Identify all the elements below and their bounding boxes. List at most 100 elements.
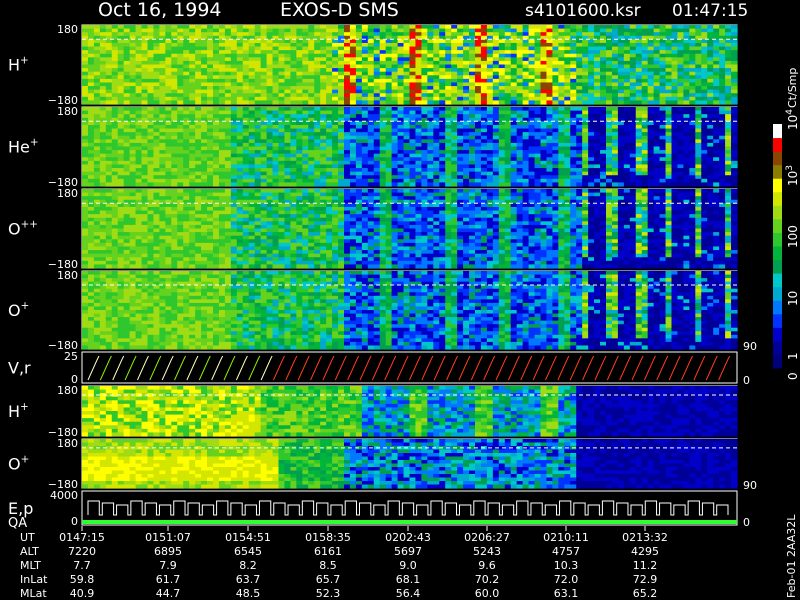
heatmap-cell: [332, 46, 339, 51]
heatmap-cell: [159, 32, 166, 37]
heatmap-cell: [260, 89, 268, 94]
heatmap-cell: [82, 135, 89, 140]
heatmap-cell: [230, 157, 238, 162]
heatmap-cell: [242, 164, 250, 169]
heatmap-cell: [105, 135, 113, 140]
heatmap-cell: [308, 64, 315, 69]
heatmap-cell: [338, 82, 345, 87]
heatmap-cell: [510, 75, 518, 80]
heatmap-cell: [570, 68, 577, 73]
heatmap-cell: [87, 96, 95, 102]
heatmap-cell: [397, 53, 405, 58]
heatmap-cell: [391, 96, 399, 102]
heatmap-cell: [439, 182, 446, 187]
heatmap-cell: [689, 164, 696, 169]
heatmap-cell: [403, 124, 411, 130]
heatmap-cell: [445, 146, 452, 151]
heatmap-cell: [129, 121, 137, 126]
heatmap-cell: [451, 50, 458, 55]
heatmap-cell: [296, 25, 303, 30]
heatmap-cell: [665, 135, 673, 140]
heatmap-cell: [141, 110, 149, 115]
heatmap-cell: [463, 128, 470, 133]
heatmap-cell: [498, 132, 506, 137]
heatmap-cell: [564, 64, 571, 69]
heatmap-cell: [641, 124, 649, 130]
heatmap-cell: [290, 39, 297, 44]
heatmap-cell: [469, 86, 476, 91]
heatmap-cell: [510, 93, 518, 98]
heatmap-cell: [540, 114, 548, 119]
heatmap-cell: [600, 178, 607, 184]
heatmap-cell: [701, 86, 708, 91]
heatmap-cell: [653, 153, 661, 158]
heatmap-cell: [218, 86, 226, 91]
heatmap-cell: [510, 132, 518, 137]
heatmap-cell: [510, 64, 518, 69]
heatmap-cell: [379, 135, 387, 140]
heatmap-cell: [427, 160, 434, 166]
heatmap-cell: [629, 175, 637, 180]
heatmap-cell: [165, 114, 172, 119]
heatmap-cell: [516, 75, 524, 80]
heatmap-cell: [623, 75, 631, 80]
heatmap-cell: [302, 93, 309, 98]
heatmap-cell: [659, 110, 667, 115]
heatmap-cell: [82, 100, 89, 105]
heatmap-cell: [504, 157, 512, 162]
heatmap-cell: [701, 142, 708, 148]
heatmap-cell: [87, 242, 95, 248]
heatmap-cell: [504, 146, 512, 151]
heatmap-cell: [159, 25, 166, 30]
heatmap-cell: [409, 68, 417, 73]
heatmap-cell: [129, 164, 137, 169]
heatmap-cell: [290, 132, 297, 137]
heatmap-cell: [397, 96, 405, 102]
heatmap-cell: [433, 164, 440, 169]
heatmap-cell: [284, 93, 291, 98]
heatmap-cell: [284, 139, 291, 144]
heatmap-cell: [230, 25, 238, 30]
heatmap-cell: [516, 32, 524, 37]
heatmap-cell: [534, 60, 542, 66]
heatmap-cell: [296, 96, 303, 102]
heatmap-cell: [397, 114, 405, 119]
heatmap-cell: [367, 107, 375, 112]
heatmap-cell: [713, 50, 720, 55]
heatmap-cell: [606, 157, 613, 162]
heatmap-cells: [82, 25, 738, 105]
heatmap-cell: [147, 68, 155, 73]
heatmap-cell: [552, 168, 559, 173]
heatmap-cell: [683, 146, 690, 151]
heatmap-cell: [629, 28, 637, 33]
heatmap-cell: [93, 53, 101, 58]
heatmap-cell: [433, 75, 440, 80]
heatmap-cell: [641, 78, 649, 84]
heatmap-cell: [355, 75, 363, 80]
heatmap-cell: [558, 25, 565, 30]
heatmap-cell: [641, 100, 649, 105]
heatmap-cell: [588, 182, 595, 187]
heatmap-cell: [641, 150, 649, 155]
heatmap-cell: [344, 132, 351, 137]
heatmap-cell: [534, 93, 542, 98]
heatmap-cell: [290, 28, 297, 33]
heatmap-cell: [171, 160, 178, 166]
heatmap-cell: [189, 114, 196, 119]
heatmap-cell: [284, 96, 291, 102]
heatmap-cell: [242, 175, 250, 180]
heatmap-cell: [433, 146, 440, 151]
heatmap-cell: [415, 128, 422, 133]
heatmap-cell: [189, 110, 196, 115]
heatmap-cell: [254, 42, 262, 48]
heatmap-cell: [457, 86, 464, 91]
heatmap-cell: [671, 28, 679, 33]
heatmap-cell: [617, 157, 625, 162]
heatmap-cell: [213, 100, 220, 105]
heatmap-cell: [82, 157, 89, 162]
heatmap-cell: [659, 128, 667, 133]
heatmap-cell: [344, 25, 351, 30]
heatmap-cell: [498, 28, 506, 33]
heatmap-cell: [314, 128, 321, 133]
heatmap-cell: [171, 135, 178, 140]
